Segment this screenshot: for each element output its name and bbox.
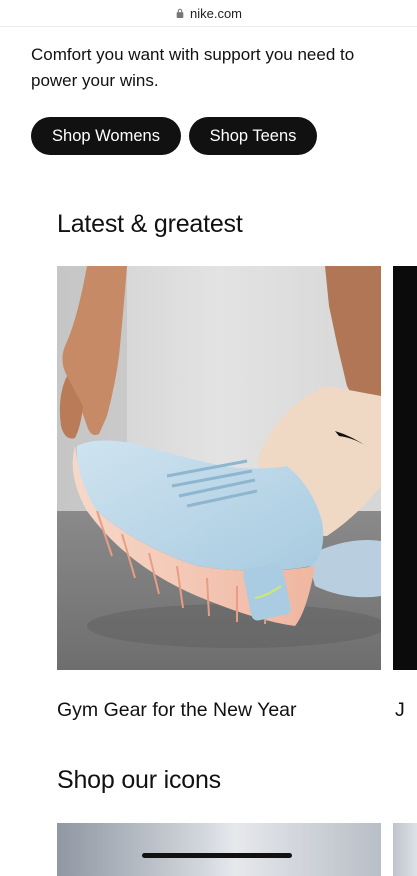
sneaker-photo xyxy=(57,266,381,670)
latest-section-title: Latest & greatest xyxy=(57,210,243,238)
url-text: nike.com xyxy=(189,5,243,21)
next-product-card[interactable] xyxy=(393,266,417,670)
icons-section-title: Shop our icons xyxy=(57,766,221,794)
shop-teens-button[interactable]: Shop Teens xyxy=(189,117,317,155)
shop-womens-button[interactable]: Shop Womens xyxy=(31,117,181,155)
next-card-title[interactable]: J xyxy=(395,699,405,722)
home-indicator xyxy=(142,853,292,858)
hero-tagline: Comfort you want with support you need t… xyxy=(31,45,355,90)
product-card-image[interactable] xyxy=(57,266,381,670)
browser-url-bar[interactable]: nike.com xyxy=(0,0,417,27)
product-card-title[interactable]: Gym Gear for the New Year xyxy=(57,699,297,722)
icon-product-tile[interactable] xyxy=(57,823,381,876)
next-icon-product-tile[interactable] xyxy=(393,823,417,876)
lock-icon xyxy=(176,8,184,18)
